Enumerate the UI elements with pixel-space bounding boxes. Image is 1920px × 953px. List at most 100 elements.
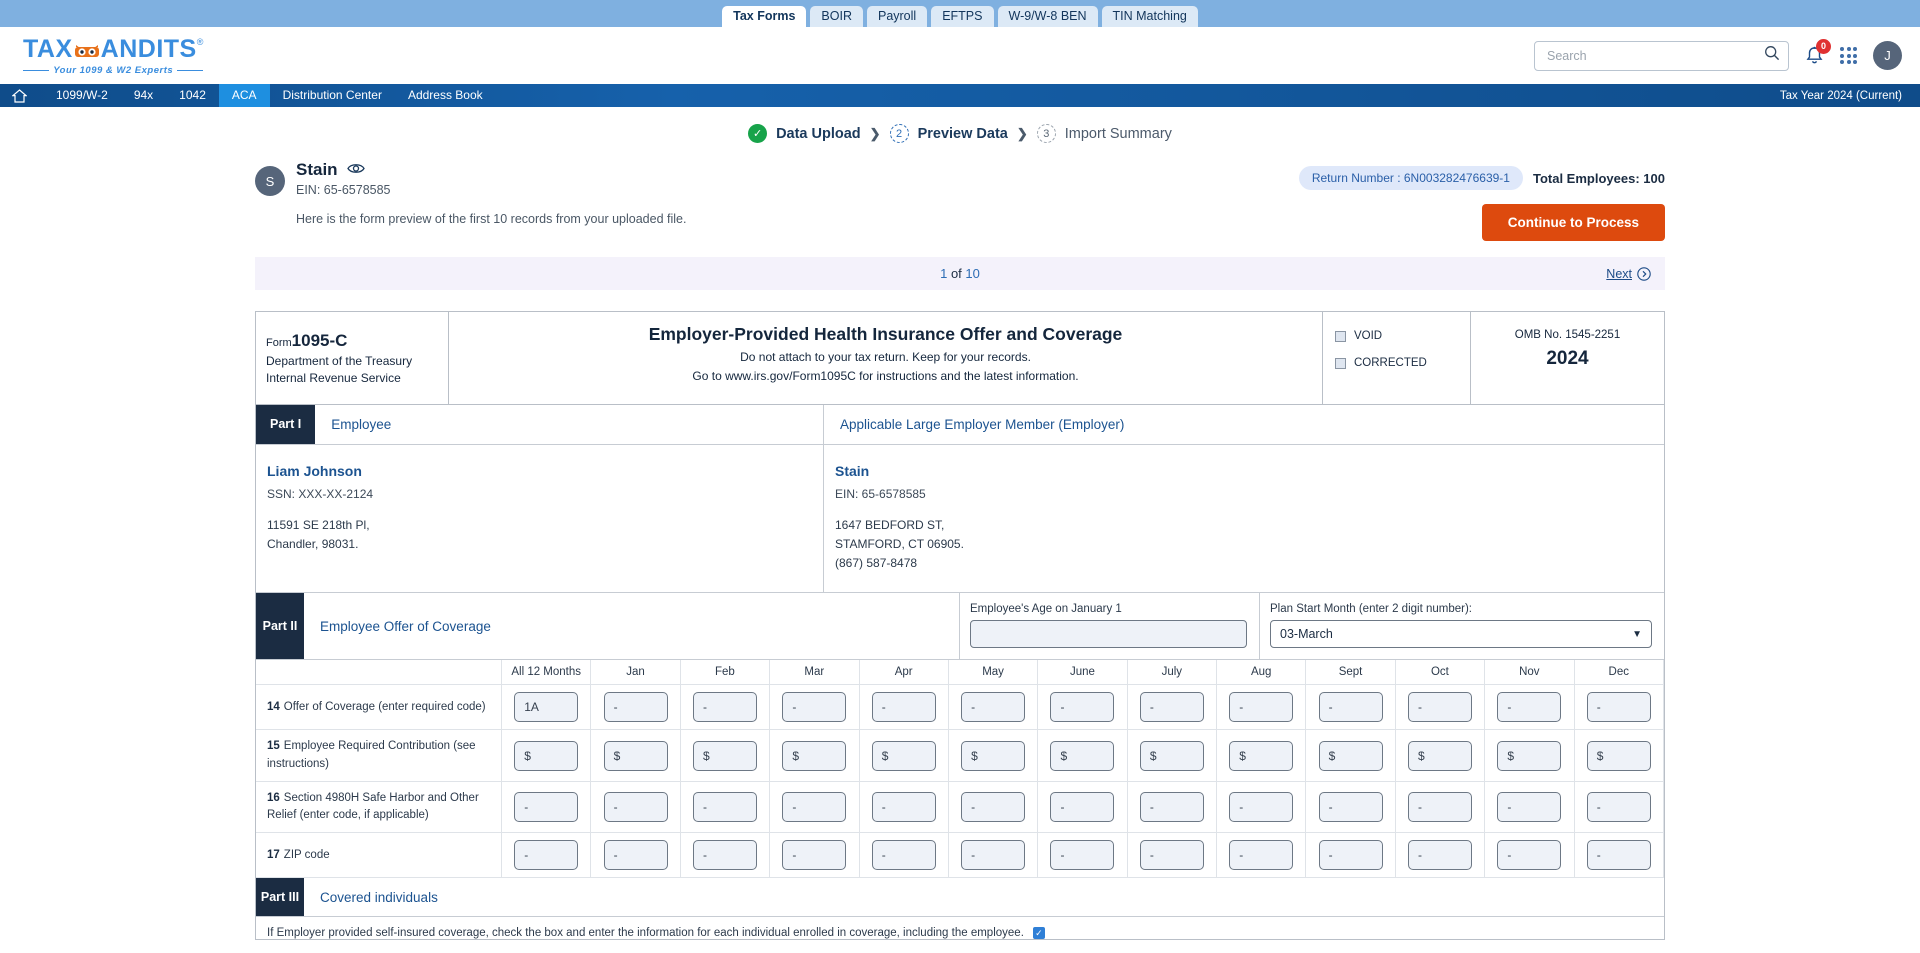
total-employees: Total Employees: 100: [1533, 171, 1665, 186]
coverage-input-14-nov[interactable]: -: [1497, 692, 1562, 723]
nav-item-1042[interactable]: 1042: [166, 84, 219, 107]
coverage-input-14-mar[interactable]: -: [782, 692, 847, 723]
nav-item-1099-w-2[interactable]: 1099/W-2: [43, 84, 121, 107]
coverage-cell: -: [1127, 684, 1218, 730]
coverage-input-17-dec[interactable]: -: [1586, 840, 1651, 871]
coverage-input-14-may[interactable]: -: [961, 692, 1026, 723]
coverage-input-16-dec[interactable]: -: [1586, 792, 1651, 822]
next-record-button[interactable]: Next: [1606, 267, 1651, 281]
coverage-input-14-june[interactable]: -: [1050, 692, 1115, 723]
coverage-input-16-sept[interactable]: -: [1318, 792, 1383, 822]
coverage-input-14-aug[interactable]: -: [1229, 692, 1294, 723]
coverage-input-16-june[interactable]: -: [1050, 792, 1115, 822]
search-input[interactable]: [1547, 48, 1764, 63]
coverage-input-14-jan[interactable]: -: [603, 692, 668, 723]
coverage-input-14-all-12-months[interactable]: 1A: [514, 692, 579, 723]
avatar[interactable]: J: [1873, 41, 1902, 70]
product-tab-tin-matching[interactable]: TIN Matching: [1101, 5, 1198, 27]
coverage-input-17-sept[interactable]: -: [1318, 840, 1383, 871]
coverage-input-17-feb[interactable]: -: [692, 840, 757, 871]
coverage-input-15-apr[interactable]: $: [871, 740, 936, 771]
coverage-input-16-nov[interactable]: -: [1497, 792, 1562, 822]
coverage-cell: -: [948, 684, 1039, 730]
coverage-input-15-all-12-months[interactable]: $: [514, 740, 579, 771]
coverage-input-15-may[interactable]: $: [961, 740, 1026, 771]
nav-item-distribution-center[interactable]: Distribution Center: [270, 84, 395, 107]
coverage-input-15-aug[interactable]: $: [1229, 740, 1294, 771]
coverage-input-14-july[interactable]: -: [1139, 692, 1204, 723]
home-icon[interactable]: [12, 88, 27, 103]
employer-ein: EIN: 65-6578585: [835, 486, 926, 501]
form-header: Form1095-C Department of the Treasury In…: [256, 312, 1664, 406]
coverage-input-14-feb[interactable]: -: [692, 692, 757, 723]
coverage-input-15-dec[interactable]: $: [1586, 740, 1651, 771]
nav-item-address-book[interactable]: Address Book: [395, 84, 496, 107]
product-tab-tax-forms[interactable]: Tax Forms: [722, 5, 807, 27]
coverage-input-14-dec[interactable]: -: [1586, 692, 1651, 723]
notifications-button[interactable]: 0: [1805, 38, 1831, 66]
nav-item-aca[interactable]: ACA: [218, 84, 270, 107]
coverage-input-17-oct[interactable]: -: [1407, 840, 1472, 871]
part3-tag: Part III: [256, 878, 304, 917]
coverage-input-17-jan[interactable]: -: [603, 840, 668, 871]
coverage-input-15-oct[interactable]: $: [1407, 740, 1472, 771]
void-row[interactable]: VOID: [1335, 330, 1470, 342]
coverage-input-16-feb[interactable]: -: [692, 792, 757, 822]
coverage-row-label-16: 16 Section 4980H Safe Harbor and Other Re…: [256, 781, 502, 833]
coverage-input-15-july[interactable]: $: [1139, 740, 1204, 771]
coverage-input-16-mar[interactable]: -: [782, 792, 847, 822]
product-tab-eftps[interactable]: EFTPS: [931, 5, 994, 27]
employee-age-label: Employee's Age on January 1: [970, 603, 1122, 616]
coverage-input-16-may[interactable]: -: [961, 792, 1026, 822]
coverage-input-16-aug[interactable]: -: [1229, 792, 1294, 822]
coverage-input-14-sept[interactable]: -: [1318, 692, 1383, 723]
coverage-input-15-mar[interactable]: $: [782, 740, 847, 771]
coverage-input-15-jan[interactable]: $: [603, 740, 668, 771]
product-tab-payroll[interactable]: Payroll: [866, 5, 928, 27]
coverage-input-15-nov[interactable]: $: [1497, 740, 1562, 771]
app-grid-icon[interactable]: [1840, 47, 1857, 64]
taxbandits-logo[interactable]: TAX ANDITS ® Your 1099 & W2 Experts: [23, 35, 204, 76]
coverage-input-16-all-12-months[interactable]: -: [514, 792, 579, 822]
coverage-input-16-july[interactable]: -: [1139, 792, 1204, 822]
coverage-input-14-apr[interactable]: -: [871, 692, 936, 723]
coverage-cell: -: [501, 781, 592, 833]
month-header-all-12-months: All 12 Months: [501, 660, 592, 685]
coverage-input-15-june[interactable]: $: [1050, 740, 1115, 771]
corrected-checkbox[interactable]: [1335, 357, 1346, 369]
plan-start-month-select[interactable]: 03-March ▼: [1270, 620, 1652, 649]
corrected-row[interactable]: CORRECTED: [1335, 357, 1470, 369]
coverage-input-15-sept[interactable]: $: [1318, 740, 1383, 771]
step-label-3[interactable]: Import Summary: [1065, 126, 1172, 142]
coverage-input-16-apr[interactable]: -: [871, 792, 936, 822]
product-tab-boir[interactable]: BOIR: [810, 5, 863, 27]
coverage-input-16-oct[interactable]: -: [1407, 792, 1472, 822]
coverage-input-17-nov[interactable]: -: [1497, 840, 1562, 871]
product-tab-w-9-w-8-ben[interactable]: W-9/W-8 BEN: [997, 5, 1098, 27]
coverage-input-17-may[interactable]: -: [961, 840, 1026, 871]
coverage-input-17-june[interactable]: -: [1050, 840, 1115, 871]
eye-icon[interactable]: [346, 160, 365, 180]
nav-item-94x[interactable]: 94x: [121, 84, 166, 107]
self-insured-checkbox[interactable]: ✓: [1032, 927, 1045, 940]
coverage-cell: -: [1574, 781, 1664, 833]
coverage-input-14-oct[interactable]: -: [1407, 692, 1472, 723]
coverage-input-17-aug[interactable]: -: [1229, 840, 1294, 871]
search-icon[interactable]: [1764, 45, 1780, 66]
step-label-1[interactable]: Data Upload: [776, 126, 861, 142]
employee-address-2: Chandler, 98031.: [267, 537, 359, 552]
coverage-input-15-feb[interactable]: $: [692, 740, 757, 771]
form-word: Form: [266, 337, 292, 349]
coverage-input-17-all-12-months[interactable]: -: [514, 840, 579, 871]
search-box[interactable]: [1534, 40, 1789, 71]
void-checkbox[interactable]: [1335, 330, 1346, 342]
employee-details: Liam Johnson SSN: XXX-XX-2124 11591 SE 2…: [256, 445, 391, 592]
continue-to-process-button[interactable]: Continue to Process: [1481, 204, 1665, 241]
coverage-input-17-apr[interactable]: -: [871, 840, 936, 871]
employee-age-input[interactable]: [970, 620, 1247, 649]
coverage-input-16-jan[interactable]: -: [603, 792, 668, 822]
coverage-cell: $: [1037, 729, 1128, 782]
coverage-input-17-july[interactable]: -: [1139, 840, 1204, 871]
coverage-input-17-mar[interactable]: -: [782, 840, 847, 871]
step-label-2[interactable]: Preview Data: [918, 126, 1008, 142]
